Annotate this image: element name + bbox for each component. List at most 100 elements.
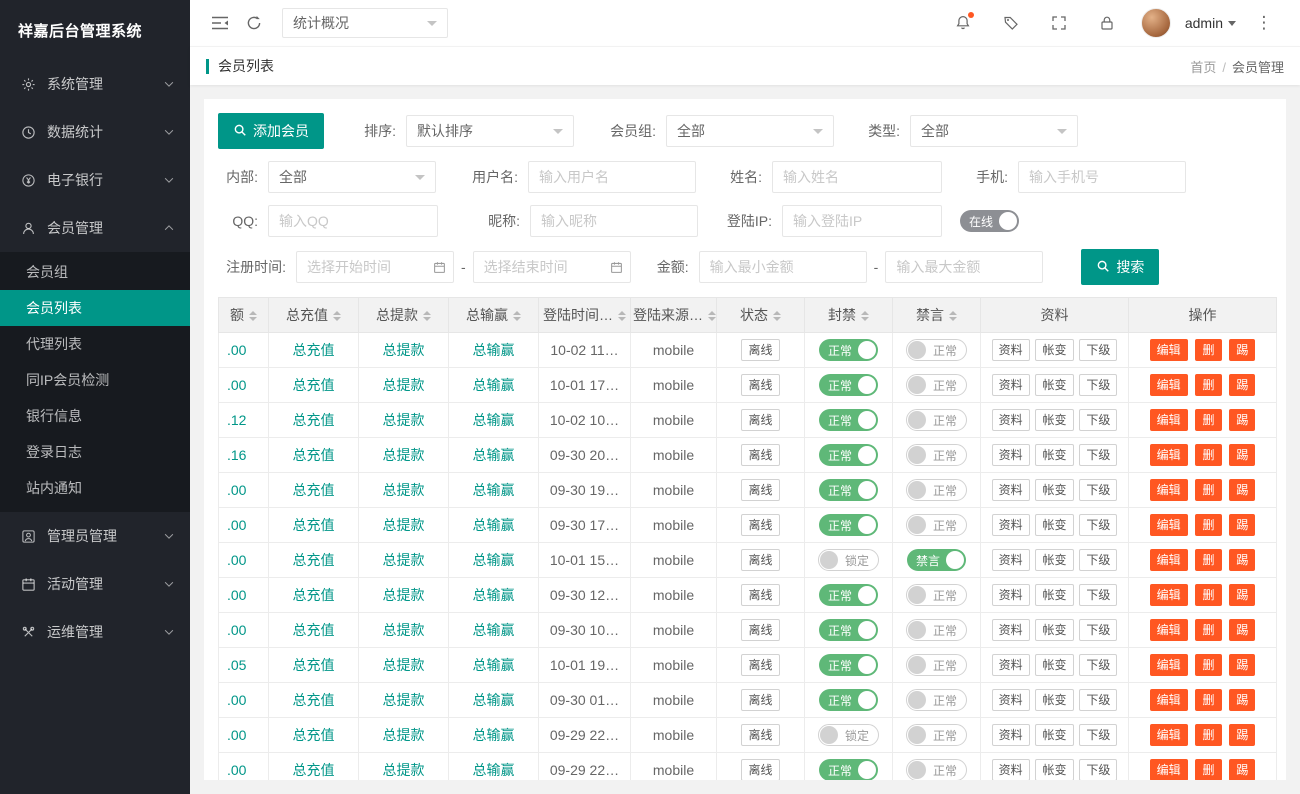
total-recharge-link[interactable]: 总充值 (293, 482, 335, 498)
kick-button[interactable]: 踢 (1229, 724, 1255, 746)
total-recharge-link[interactable]: 总充值 (293, 552, 335, 568)
sidebar-menu-item[interactable]: 数据统计 (0, 108, 190, 156)
column-header[interactable]: 登陆时间… (539, 298, 631, 333)
min-amount-input[interactable] (699, 251, 867, 283)
account-change-button[interactable]: 帐变 (1035, 374, 1073, 396)
total-winlose-link[interactable]: 总输赢 (473, 587, 515, 603)
kick-button[interactable]: 踢 (1229, 374, 1255, 396)
column-header[interactable]: 封禁 (805, 298, 893, 333)
delete-button[interactable]: 删 (1195, 479, 1221, 501)
status-badge[interactable]: 离线 (741, 479, 779, 501)
mute-toggle[interactable]: 正常 (906, 479, 967, 501)
delete-button[interactable]: 删 (1195, 724, 1221, 746)
sort-select[interactable]: 默认排序 (406, 115, 574, 147)
account-change-button[interactable]: 帐变 (1035, 584, 1073, 606)
mute-toggle[interactable]: 正常 (906, 339, 967, 361)
edit-button[interactable]: 编辑 (1150, 759, 1188, 780)
total-withdraw-link[interactable]: 总提款 (383, 762, 425, 778)
sidebar-menu-item[interactable]: 电子银行 (0, 156, 190, 204)
avatar[interactable] (1141, 8, 1171, 38)
account-change-button[interactable]: 帐变 (1035, 724, 1073, 746)
profile-button[interactable]: 资料 (992, 759, 1030, 780)
kick-button[interactable]: 踢 (1229, 514, 1255, 536)
edit-button[interactable]: 编辑 (1150, 654, 1188, 676)
total-withdraw-link[interactable]: 总提款 (383, 517, 425, 533)
sort-icon[interactable] (333, 311, 341, 321)
status-badge[interactable]: 离线 (741, 514, 779, 536)
delete-button[interactable]: 删 (1195, 514, 1221, 536)
total-winlose-link[interactable]: 总输赢 (473, 377, 515, 393)
total-withdraw-link[interactable]: 总提款 (383, 482, 425, 498)
search-button[interactable]: 搜索 (1081, 249, 1159, 285)
sidebar-menu-item[interactable]: 系统管理 (0, 60, 190, 108)
total-recharge-link[interactable]: 总充值 (293, 517, 335, 533)
username-input[interactable] (528, 161, 696, 193)
status-badge[interactable]: 离线 (741, 444, 779, 466)
kick-button[interactable]: 踢 (1229, 584, 1255, 606)
ban-toggle[interactable]: 正常 (819, 444, 878, 466)
total-recharge-link[interactable]: 总充值 (293, 447, 335, 463)
account-change-button[interactable]: 帐变 (1035, 549, 1073, 571)
total-winlose-link[interactable]: 总输赢 (473, 482, 515, 498)
mute-toggle[interactable]: 正常 (906, 409, 967, 431)
status-badge[interactable]: 离线 (741, 654, 779, 676)
profile-button[interactable]: 资料 (992, 514, 1030, 536)
delete-button[interactable]: 删 (1195, 689, 1221, 711)
sort-icon[interactable] (249, 311, 257, 321)
column-header[interactable]: 状态 (717, 298, 805, 333)
kick-button[interactable]: 踢 (1229, 759, 1255, 780)
start-time-input[interactable] (296, 251, 454, 283)
profile-button[interactable]: 资料 (992, 549, 1030, 571)
column-header[interactable]: 禁言 (893, 298, 981, 333)
subordinate-button[interactable]: 下级 (1079, 479, 1117, 501)
delete-button[interactable]: 删 (1195, 444, 1221, 466)
subordinate-button[interactable]: 下级 (1079, 374, 1117, 396)
total-recharge-link[interactable]: 总充值 (293, 412, 335, 428)
kick-button[interactable]: 踢 (1229, 409, 1255, 431)
fullscreen-icon[interactable] (1045, 9, 1073, 37)
sidebar-submenu-item[interactable]: 代理列表 (0, 326, 190, 362)
sidebar-menu-item[interactable]: 管理员管理 (0, 512, 190, 560)
ban-toggle[interactable]: 正常 (819, 689, 878, 711)
kick-button[interactable]: 踢 (1229, 444, 1255, 466)
sidebar-menu-item[interactable]: 运维管理 (0, 608, 190, 656)
member-group-select[interactable]: 全部 (666, 115, 834, 147)
delete-button[interactable]: 删 (1195, 584, 1221, 606)
column-header[interactable]: 登陆来源… (631, 298, 717, 333)
total-withdraw-link[interactable]: 总提款 (383, 447, 425, 463)
ban-toggle[interactable]: 正常 (819, 619, 878, 641)
total-withdraw-link[interactable]: 总提款 (383, 622, 425, 638)
qq-input[interactable] (268, 205, 438, 237)
status-badge[interactable]: 离线 (741, 724, 779, 746)
total-winlose-link[interactable]: 总输赢 (473, 517, 515, 533)
subordinate-button[interactable]: 下级 (1079, 549, 1117, 571)
internal-select[interactable]: 全部 (268, 161, 436, 193)
total-recharge-link[interactable]: 总充值 (293, 587, 335, 603)
total-recharge-link[interactable]: 总充值 (293, 342, 335, 358)
account-change-button[interactable]: 帐变 (1035, 444, 1073, 466)
total-winlose-link[interactable]: 总输赢 (473, 412, 515, 428)
phone-input[interactable] (1018, 161, 1186, 193)
sidebar-submenu-item[interactable]: 登录日志 (0, 434, 190, 470)
total-recharge-link[interactable]: 总充值 (293, 762, 335, 778)
ban-toggle[interactable]: 正常 (819, 339, 878, 361)
sidebar-submenu-item[interactable]: 站内通知 (0, 470, 190, 506)
ban-toggle[interactable]: 正常 (819, 654, 878, 676)
account-change-button[interactable]: 帐变 (1035, 479, 1073, 501)
delete-button[interactable]: 删 (1195, 549, 1221, 571)
total-withdraw-link[interactable]: 总提款 (383, 657, 425, 673)
kick-button[interactable]: 踢 (1229, 689, 1255, 711)
subordinate-button[interactable]: 下级 (1079, 444, 1117, 466)
end-time-input[interactable] (473, 251, 631, 283)
nickname-input[interactable] (530, 205, 698, 237)
column-header[interactable]: 总输赢 (449, 298, 539, 333)
edit-button[interactable]: 编辑 (1150, 444, 1188, 466)
status-badge[interactable]: 离线 (741, 689, 779, 711)
subordinate-button[interactable]: 下级 (1079, 514, 1117, 536)
total-winlose-link[interactable]: 总输赢 (473, 342, 515, 358)
subordinate-button[interactable]: 下级 (1079, 339, 1117, 361)
edit-button[interactable]: 编辑 (1150, 584, 1188, 606)
total-withdraw-link[interactable]: 总提款 (383, 692, 425, 708)
bell-icon[interactable] (949, 9, 977, 37)
delete-button[interactable]: 删 (1195, 654, 1221, 676)
